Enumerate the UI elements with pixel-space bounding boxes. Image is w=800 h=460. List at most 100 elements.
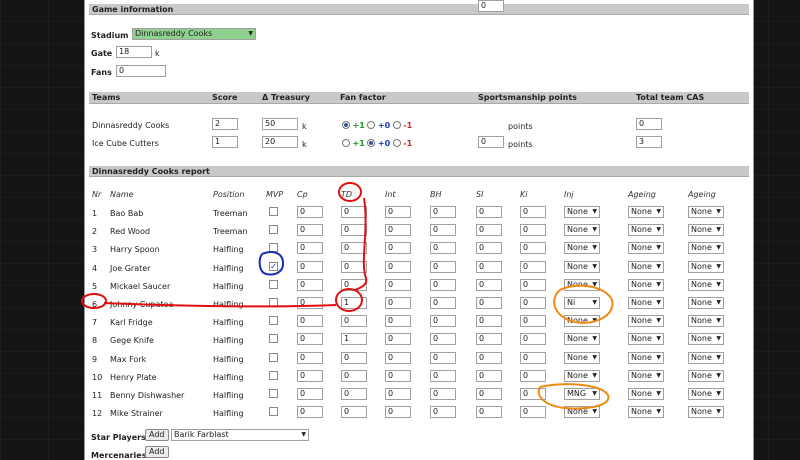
fan-zero-radio[interactable] [367,139,376,147]
mvp-checkbox[interactable]: ✓ [269,262,278,271]
td-input[interactable]: 0 [341,224,367,236]
ageing-select[interactable]: None ▼ [688,315,724,327]
td-input[interactable]: 1 [341,297,367,309]
ageing-select[interactable]: None ▼ [688,297,724,309]
add-mercenary-button[interactable]: Add [145,446,169,458]
ageing-select[interactable]: None ▼ [688,406,724,418]
gate-input[interactable]: 18 [116,46,152,58]
treasury-input[interactable]: 20 [262,136,298,148]
int-input[interactable]: 0 [385,224,411,236]
ageing-select[interactable]: None ▼ [628,370,664,382]
td-input[interactable]: 0 [341,206,367,218]
ki-input[interactable]: 0 [520,370,546,382]
ageing-select[interactable]: None ▼ [628,224,664,236]
bh-input[interactable]: 0 [430,206,456,218]
si-input[interactable]: 0 [476,206,502,218]
int-input[interactable]: 0 [385,315,411,327]
star-player-select[interactable]: Barik Farblast ▼ [171,429,309,441]
ki-input[interactable]: 0 [520,297,546,309]
bh-input[interactable]: 0 [430,242,456,254]
stadium-select[interactable]: Dinnasreddy Cooks ▼ [132,28,256,40]
bh-input[interactable]: 0 [430,388,456,400]
mvp-checkbox[interactable] [269,225,278,234]
injury-select[interactable]: None ▼ [564,242,600,254]
ageing-select[interactable]: None ▼ [688,333,724,345]
td-input[interactable]: 0 [341,261,367,273]
si-input[interactable]: 0 [476,388,502,400]
sportsmanship-input[interactable]: 0 [478,0,504,12]
ageing-select[interactable]: None ▼ [628,279,664,291]
cp-input[interactable]: 0 [297,352,323,364]
td-input[interactable]: 0 [341,388,367,400]
ageing-select[interactable]: None ▼ [688,261,724,273]
cp-input[interactable]: 0 [297,242,323,254]
injury-select[interactable]: None ▼ [564,315,600,327]
si-input[interactable]: 0 [476,224,502,236]
ki-input[interactable]: 0 [520,333,546,345]
si-input[interactable]: 0 [476,315,502,327]
ageing-select[interactable]: None ▼ [688,279,724,291]
ageing-select[interactable]: None ▼ [628,406,664,418]
cp-input[interactable]: 0 [297,224,323,236]
ki-input[interactable]: 0 [520,406,546,418]
ageing-select[interactable]: None ▼ [688,370,724,382]
score-input[interactable]: 2 [212,118,238,130]
si-input[interactable]: 0 [476,261,502,273]
ki-input[interactable]: 0 [520,261,546,273]
si-input[interactable]: 0 [476,352,502,364]
mvp-checkbox[interactable] [269,280,278,289]
treasury-input[interactable]: 50 [262,118,298,130]
ageing-select[interactable]: None ▼ [628,352,664,364]
ki-input[interactable]: 0 [520,206,546,218]
bh-input[interactable]: 0 [430,406,456,418]
td-input[interactable]: 1 [341,333,367,345]
si-input[interactable]: 0 [476,242,502,254]
ageing-select[interactable]: None ▼ [688,352,724,364]
ageing-select[interactable]: None ▼ [628,297,664,309]
fans-input[interactable]: 0 [116,65,166,77]
fan-minus1-radio[interactable] [392,139,401,147]
ki-input[interactable]: 0 [520,315,546,327]
bh-input[interactable]: 0 [430,279,456,291]
int-input[interactable]: 0 [385,261,411,273]
ageing-select[interactable]: None ▼ [628,333,664,345]
int-input[interactable]: 0 [385,370,411,382]
cp-input[interactable]: 0 [297,261,323,273]
ki-input[interactable]: 0 [520,388,546,400]
injury-select[interactable]: None ▼ [564,352,600,364]
si-input[interactable]: 0 [476,279,502,291]
fan-plus1-radio[interactable] [342,121,350,129]
int-input[interactable]: 0 [385,333,411,345]
int-input[interactable]: 0 [385,388,411,400]
mvp-checkbox[interactable] [269,371,278,380]
cp-input[interactable]: 0 [297,279,323,291]
td-input[interactable]: 0 [341,242,367,254]
cp-input[interactable]: 0 [297,406,323,418]
cp-input[interactable]: 0 [297,297,323,309]
bh-input[interactable]: 0 [430,370,456,382]
td-input[interactable]: 0 [341,370,367,382]
mvp-checkbox[interactable] [269,389,278,398]
mvp-checkbox[interactable] [269,298,278,307]
mvp-checkbox[interactable] [269,353,278,362]
ki-input[interactable]: 0 [520,242,546,254]
injury-select[interactable]: None ▼ [564,261,600,273]
bh-input[interactable]: 0 [430,315,456,327]
si-input[interactable]: 0 [476,406,502,418]
cas-input[interactable]: 0 [636,118,662,130]
ageing-select[interactable]: None ▼ [688,224,724,236]
bh-input[interactable]: 0 [430,333,456,345]
bh-input[interactable]: 0 [430,224,456,236]
int-input[interactable]: 0 [385,297,411,309]
td-input[interactable]: 0 [341,315,367,327]
ageing-select[interactable]: None ▼ [688,388,724,400]
injury-select[interactable]: Ni ▼ [564,297,600,309]
injury-select[interactable]: MNG ▼ [564,388,600,400]
ageing-select[interactable]: None ▼ [628,315,664,327]
add-star-player-button[interactable]: Add [145,429,169,441]
mvp-checkbox[interactable] [269,334,278,343]
si-input[interactable]: 0 [476,333,502,345]
ki-input[interactable]: 0 [520,224,546,236]
mvp-checkbox[interactable] [269,316,278,325]
int-input[interactable]: 0 [385,279,411,291]
